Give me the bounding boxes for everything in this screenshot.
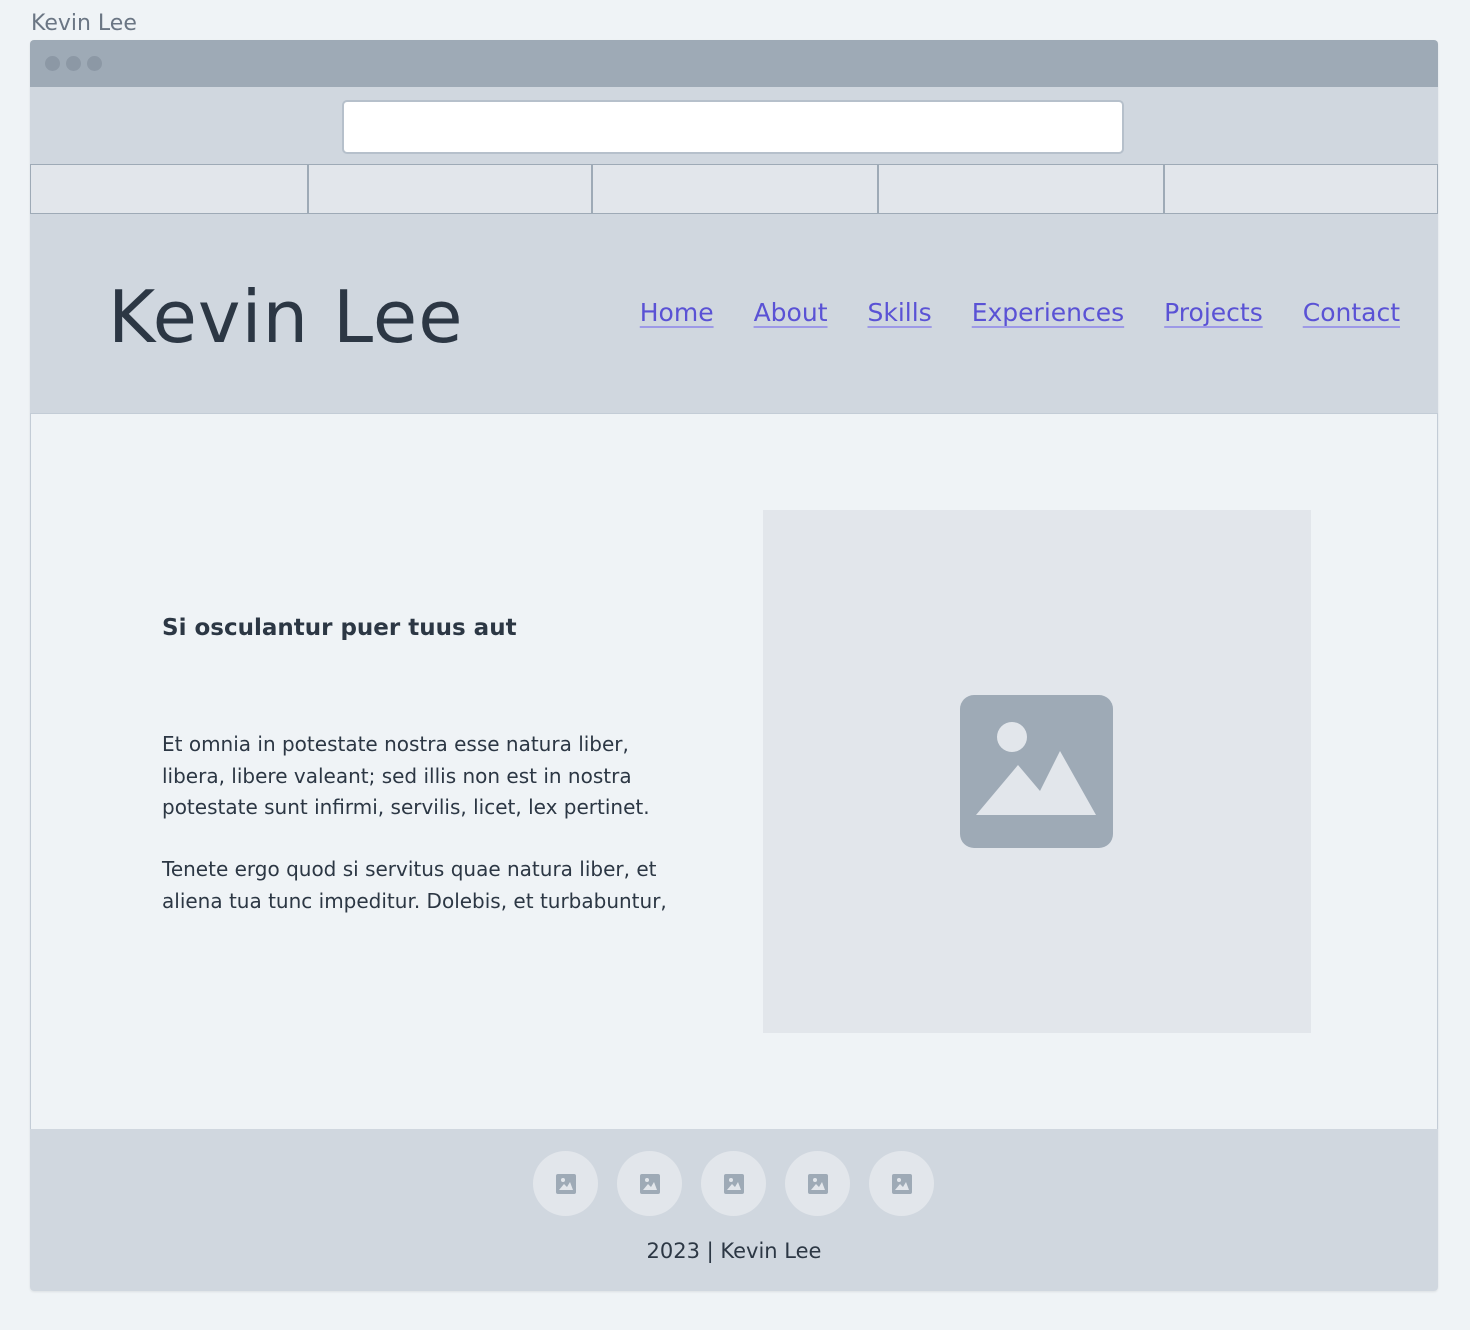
title-bar [30,40,1438,87]
address-input[interactable] [342,100,1124,154]
social-link-5[interactable] [869,1151,934,1216]
site-title: Kevin Lee [108,275,464,359]
nav-link-contact[interactable]: Contact [1303,298,1400,327]
site-header: Kevin Lee Home About Skills Experiences … [30,216,1438,414]
nav-link-about[interactable]: About [754,298,828,327]
image-icon [555,1173,576,1194]
maximize-dot-icon[interactable] [87,56,102,71]
image-icon [807,1173,828,1194]
browser-tab-3[interactable] [592,164,878,214]
browser-tab-5[interactable] [1164,164,1438,214]
close-dot-icon[interactable] [45,56,60,71]
image-placeholder-icon [960,695,1113,848]
paragraph-1: Et omnia in potestate nostra esse natura… [162,732,650,819]
site-footer: 2023 | Kevin Lee [30,1129,1438,1291]
nav-link-projects[interactable]: Projects [1164,298,1263,327]
browser-window: Kevin Lee Home About Skills Experiences … [30,40,1438,1291]
window-controls [45,56,102,71]
social-links [533,1151,934,1216]
nav-link-skills[interactable]: Skills [868,298,932,327]
image-icon [639,1173,660,1194]
browser-tab-4[interactable] [878,164,1164,214]
main-content: Si osculantur puer tuus aut Et omnia in … [30,414,1438,1129]
tab-strip [30,164,1438,216]
social-link-3[interactable] [701,1151,766,1216]
address-bar-row [30,87,1438,164]
social-link-2[interactable] [617,1151,682,1216]
image-icon [891,1173,912,1194]
copyright-text: 2023 | Kevin Lee [646,1239,822,1263]
minimize-dot-icon[interactable] [66,56,81,71]
nav-link-experiences[interactable]: Experiences [972,298,1124,327]
section-heading: Si osculantur puer tuus aut [162,615,517,641]
hero-image-placeholder [763,510,1311,1033]
main-nav: Home About Skills Experiences Projects C… [640,298,1400,327]
paragraph-2: Tenete ergo quod si servitus quae natura… [162,857,667,913]
browser-tab-1[interactable] [30,164,308,214]
social-link-4[interactable] [785,1151,850,1216]
image-icon [723,1173,744,1194]
social-link-1[interactable] [533,1151,598,1216]
browser-tab-2[interactable] [308,164,592,214]
frame-label: Kevin Lee [31,11,137,36]
nav-link-home[interactable]: Home [640,298,714,327]
